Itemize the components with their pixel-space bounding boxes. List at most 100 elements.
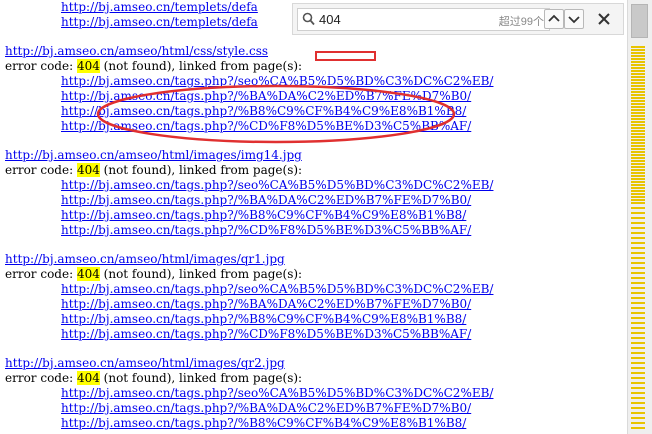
match-marker [631,88,645,90]
find-input[interactable]: 404 超过99个 [297,8,550,31]
match-marker [631,347,645,349]
match-marker [631,49,645,51]
page-link[interactable]: http://bj.amseo.cn/tags.php?/seo%CA%B5%D… [61,386,493,400]
match-marker [631,207,645,209]
match-marker [631,124,645,126]
match-marker [631,212,645,214]
page-link[interactable]: http://bj.amseo.cn/tags.php?/%BA%DA%C2%E… [61,297,471,311]
match-marker [631,412,645,414]
match-marker [631,352,645,354]
match-marker [631,196,645,198]
match-marker [631,322,645,324]
match-marker [631,362,645,364]
page-link[interactable]: http://bj.amseo.cn/tags.php?/seo%CA%B5%D… [61,178,493,192]
match-count: 超过99个 [498,16,544,28]
page-link[interactable]: http://bj.amseo.cn/tags.php?/%BA%DA%C2%E… [61,401,471,415]
match-marker [631,112,645,114]
page-link[interactable]: http://bj.amseo.cn/tags.php?/%CD%F8%D5%B… [61,327,471,341]
resource-link[interactable]: http://bj.amseo.cn/amseo/html/images/img… [5,148,302,162]
error-prefix: error code: [5,267,77,281]
report-content: http://bj.amseo.cn/templets/defa http://… [5,0,625,431]
chevron-up-icon [548,14,560,22]
error-suffix: (not found), linked from page(s): [99,59,303,73]
match-marker [631,202,645,204]
match-marker [631,115,645,117]
next-match-button[interactable] [564,9,584,29]
match-marker [631,121,645,123]
match-marker [631,327,645,329]
match-marker [631,160,645,162]
match-marker [631,178,645,180]
match-marker [631,103,645,105]
find-bar: 404 超过99个 [292,3,624,35]
match-marker [631,118,645,120]
match-marker [631,257,645,259]
match-marker [631,130,645,132]
match-marker [631,79,645,81]
error-code-highlight: 404 [76,267,100,281]
match-marker [631,262,645,264]
page-link[interactable]: http://bj.amseo.cn/tags.php?/%CD%F8%D5%B… [61,223,471,237]
close-icon [598,13,610,25]
match-marker [631,85,645,87]
match-marker [631,163,645,165]
page-link[interactable]: http://bj.amseo.cn/tags.php?/seo%CA%B5%D… [61,282,493,296]
match-marker [631,73,645,75]
match-marker [631,402,645,404]
page-link[interactable]: http://bj.amseo.cn/templets/defa [61,0,258,14]
match-marker [631,166,645,168]
find-query: 404 [319,12,341,27]
page-link[interactable]: http://bj.amseo.cn/tags.php?/%B8%C9%CF%B… [61,208,466,222]
scrollbar[interactable] [627,0,652,434]
match-marker [631,82,645,84]
chevron-down-icon [568,16,580,24]
match-marker [631,287,645,289]
match-marker [631,377,645,379]
match-marker [631,133,645,135]
scroll-thumb[interactable] [631,4,648,38]
match-marker [631,52,645,54]
match-marker [631,190,645,192]
error-block: http://bj.amseo.cn/amseo/html/images/qr1… [5,252,625,342]
match-marker [631,297,645,299]
match-marker [631,237,645,239]
page-link[interactable]: http://bj.amseo.cn/tags.php?/%B8%C9%CF%B… [61,416,466,430]
match-marker [631,272,645,274]
match-marker [631,136,645,138]
match-marker [631,392,645,394]
match-marker [631,337,645,339]
match-marker [631,64,645,66]
match-marker [631,372,645,374]
match-marker [631,157,645,159]
match-marker [631,175,645,177]
previous-match-button[interactable] [544,9,564,29]
annotation-rectangle [315,51,376,61]
error-line: error code: 404 (not found), linked from… [5,59,625,74]
match-marker [631,247,645,249]
match-marker [631,187,645,189]
error-line: error code: 404 (not found), linked from… [5,267,625,282]
resource-link[interactable]: http://bj.amseo.cn/amseo/html/css/style.… [5,44,268,58]
annotation-ellipse [96,84,456,144]
match-marker [631,58,645,60]
match-marker [631,277,645,279]
match-marker [631,142,645,144]
resource-link[interactable]: http://bj.amseo.cn/amseo/html/images/qr2… [5,356,285,370]
match-marker [631,407,645,409]
match-marker [631,342,645,344]
page-link[interactable]: http://bj.amseo.cn/templets/defa [61,15,258,29]
match-marker [631,97,645,99]
match-marker [631,94,645,96]
page-link[interactable]: http://bj.amseo.cn/tags.php?/%BA%DA%C2%E… [61,193,471,207]
match-marker [631,267,645,269]
match-marker [631,282,645,284]
match-marker [631,252,645,254]
page-link[interactable]: http://bj.amseo.cn/tags.php?/%B8%C9%CF%B… [61,312,466,326]
error-prefix: error code: [5,59,77,73]
resource-link[interactable]: http://bj.amseo.cn/amseo/html/images/qr1… [5,252,285,266]
match-marker [631,148,645,150]
error-suffix: (not found), linked from page(s): [99,163,303,177]
match-marker [631,317,645,319]
close-find-button[interactable] [595,10,613,28]
match-marker [631,55,645,57]
